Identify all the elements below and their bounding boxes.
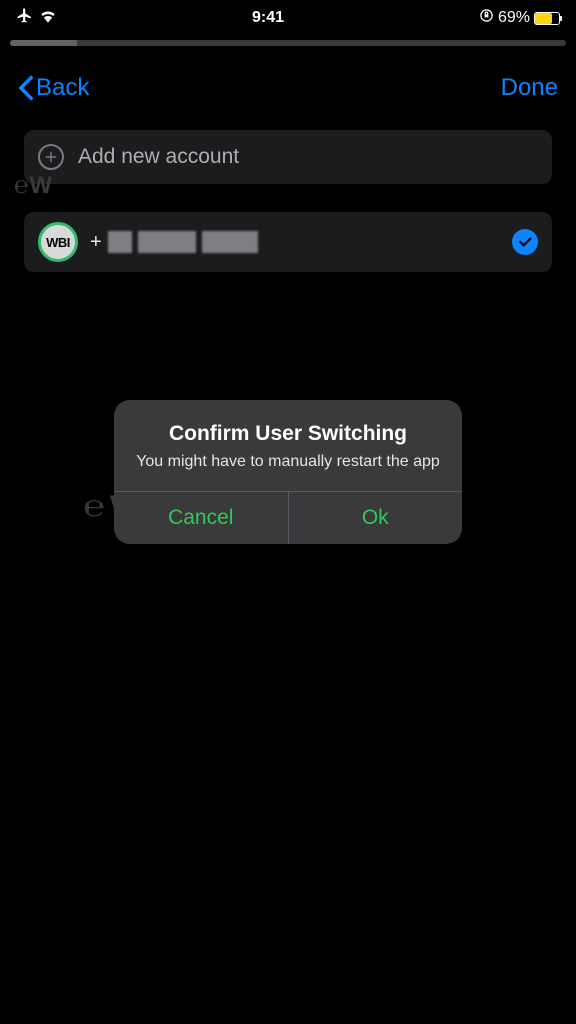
status-bar: 9:41 69% <box>0 0 576 36</box>
redacted-number <box>108 231 258 253</box>
selected-checkmark-icon <box>512 229 538 255</box>
add-account-row[interactable]: Add new account <box>24 130 552 184</box>
phone-plus: + <box>90 231 102 254</box>
back-label: Back <box>36 74 89 102</box>
avatar-text: WBI <box>46 235 70 250</box>
wifi-icon <box>39 9 57 28</box>
nav-bar: Back Done <box>0 58 576 130</box>
orientation-lock-icon <box>479 8 494 28</box>
chevron-left-icon <box>18 75 34 101</box>
progress-bar <box>10 40 566 46</box>
plus-circle-icon <box>38 144 64 170</box>
back-button[interactable]: Back <box>18 74 89 102</box>
add-account-label: Add new account <box>78 145 239 169</box>
status-left <box>16 7 57 29</box>
dialog-message: You might have to manually restart the a… <box>132 452 444 473</box>
dialog-title: Confirm User Switching <box>132 422 444 446</box>
done-button[interactable]: Done <box>501 74 558 102</box>
battery-icon <box>534 12 560 25</box>
status-right: 69% <box>479 8 560 28</box>
avatar: WBI <box>38 222 78 262</box>
phone-number: + <box>90 231 512 254</box>
battery-percent: 69% <box>498 9 530 27</box>
status-time: 9:41 <box>252 9 284 27</box>
confirm-dialog: Confirm User Switching You might have to… <box>114 400 462 544</box>
cancel-button[interactable]: Cancel <box>114 492 289 544</box>
airplane-icon <box>16 7 33 29</box>
ok-button[interactable]: Ok <box>289 492 463 544</box>
watermark: ℮W <box>14 172 53 200</box>
account-row[interactable]: WBI + <box>24 212 552 272</box>
